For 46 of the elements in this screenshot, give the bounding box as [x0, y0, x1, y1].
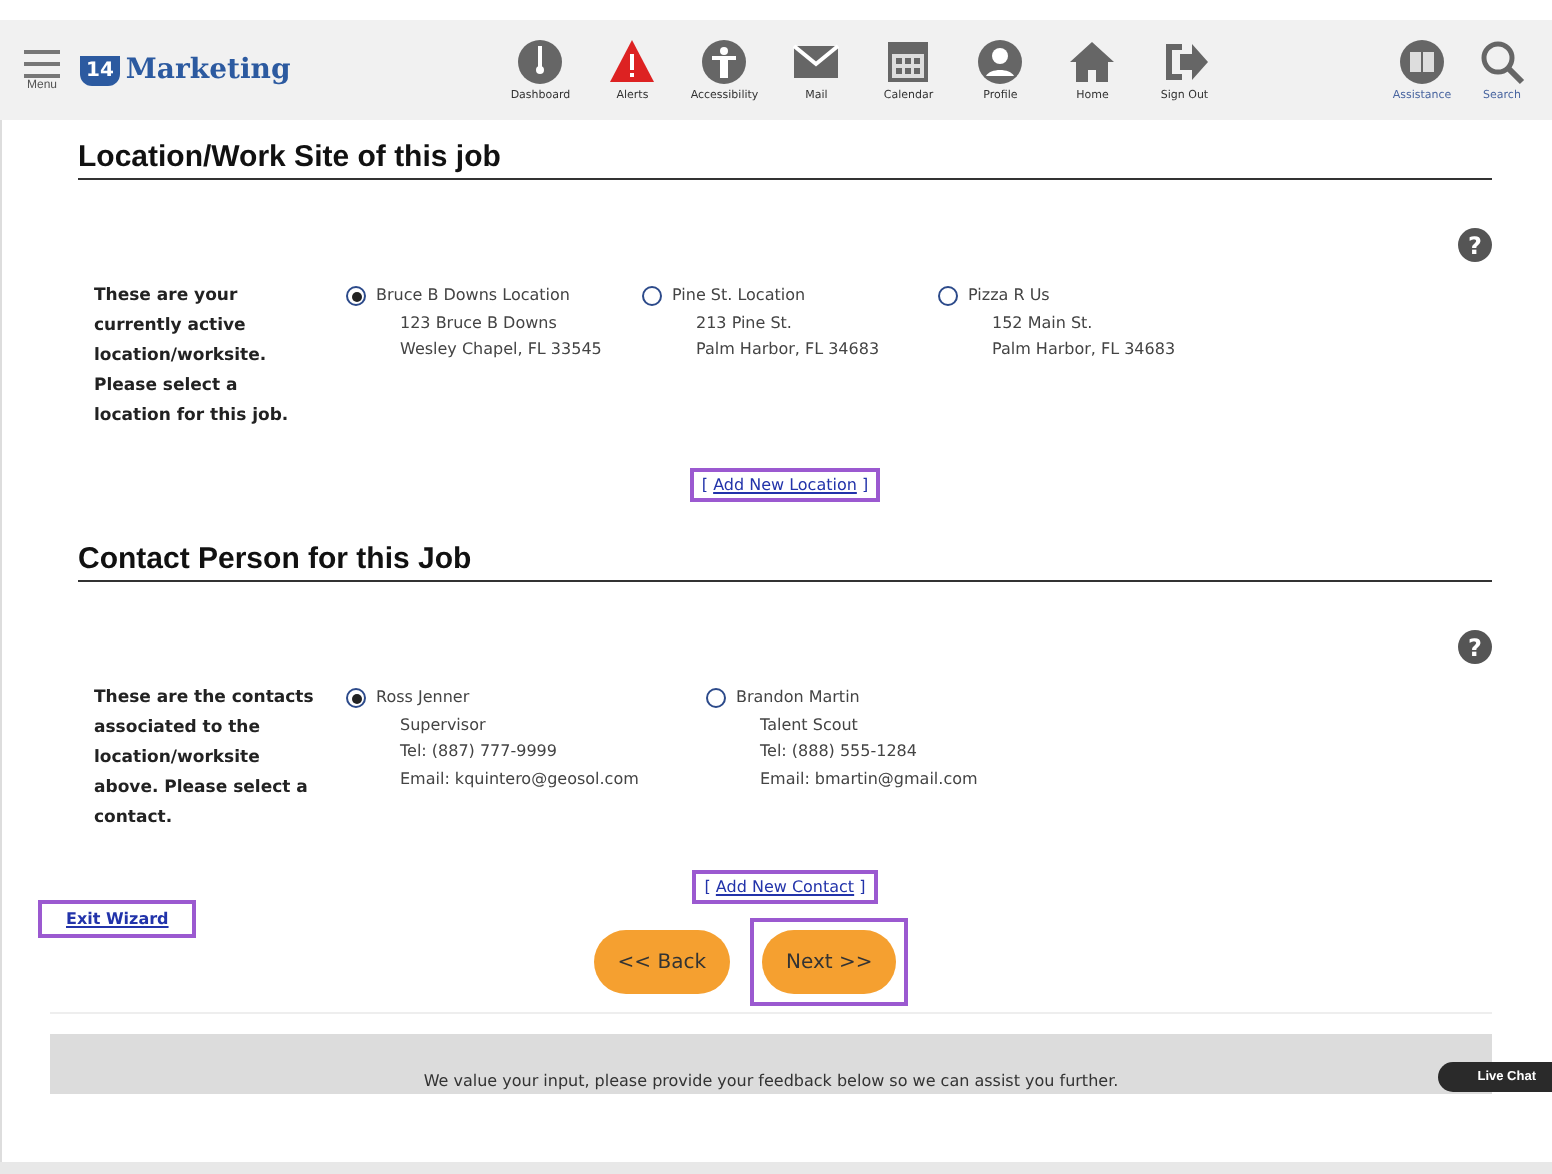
logo-badge: 14 [80, 55, 120, 85]
section-title: Location/Work Site of this job [78, 140, 1492, 180]
option-detail: Palm Harbor, FL 34683 [694, 338, 880, 362]
logo-text: Marketing [125, 54, 291, 86]
option-detail: Email: bmartin@gmail.com [758, 767, 978, 792]
book-icon [1398, 38, 1446, 86]
sign-out-icon [1160, 38, 1209, 86]
radio-button[interactable] [706, 688, 726, 708]
help-icon[interactable]: ? [1458, 630, 1492, 664]
warning-icon [608, 38, 657, 86]
exit-wizard-link[interactable]: Exit Wizard [38, 900, 197, 938]
help-icon[interactable]: ? [1458, 228, 1492, 262]
option-label: Ross Jenner [376, 686, 472, 710]
section-title: Contact Person for this Job [78, 542, 1492, 582]
option-label: Pine St. Location [672, 284, 808, 308]
option-label: Bruce B Downs Location [376, 284, 572, 308]
option-label: Pizza R Us [968, 284, 1052, 308]
menu-icon [24, 49, 60, 77]
accessibility-icon [700, 38, 749, 86]
option-label: Brandon Martin [736, 686, 862, 710]
feedback-text: We value your input, please provide your feedback below so we can assist you further. [423, 1072, 1119, 1094]
instruction-text: These are the contacts associated to the location/worksite above. Please select a contact. [94, 686, 316, 832]
gauge-icon [516, 38, 565, 86]
radio-button[interactable] [346, 688, 366, 708]
option-detail: 152 Main St. [990, 311, 1095, 335]
radio-button[interactable] [346, 286, 366, 306]
add-link[interactable]: [ Add New Location ] [689, 468, 881, 502]
instruction-text: These are your currently active location/worksite. Please select a location for this job. [94, 284, 291, 430]
option-detail: Tel: (888) 555-1284 [758, 740, 919, 764]
nav-button[interactable]: << Back [593, 930, 730, 994]
house-icon [1068, 38, 1117, 86]
option-detail: Tel: (887) 777-9999 [398, 740, 559, 764]
person-icon [976, 38, 1025, 86]
option-detail: 213 Pine St. [694, 311, 794, 335]
option-detail: Wesley Chapel, FL 33545 [398, 338, 602, 362]
add-link[interactable]: [ Add New Contact ] [692, 870, 878, 904]
nav-button[interactable]: Next >> [761, 930, 897, 994]
option-detail: Supervisor [398, 713, 488, 738]
radio-button[interactable] [642, 286, 662, 306]
search-icon [1478, 38, 1526, 86]
option-detail: 123 Bruce B Downs [398, 311, 559, 335]
option-detail: Palm Harbor, FL 34683 [990, 338, 1176, 362]
option-detail: Talent Scout [758, 713, 860, 737]
option-detail: Email: kquintero@geosol.com [398, 767, 639, 792]
calendar-icon [884, 38, 933, 86]
radio-button[interactable] [938, 286, 958, 306]
